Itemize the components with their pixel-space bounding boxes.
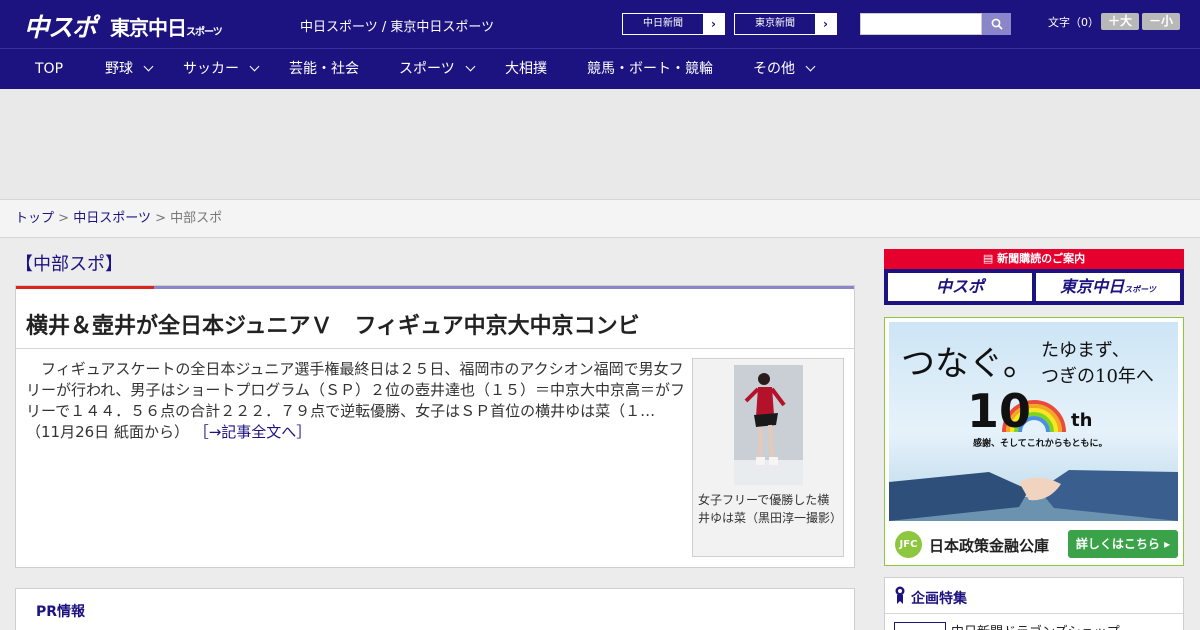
nav-item-sports[interactable]: スポーツ: [399, 49, 476, 90]
jfc-name: 日本政策金融公庫: [929, 537, 1050, 555]
subscription-heading: ▤ 新聞購読のご案内: [884, 249, 1184, 269]
nav-item-entertainment[interactable]: 芸能・社会: [289, 49, 359, 90]
article-title: 横井＆壺井が全日本ジュニアＶ フィギュア中京大中京コンビ: [26, 314, 640, 339]
breadcrumb-chuspo[interactable]: 中日スポーツ: [73, 211, 151, 226]
tokyo-shimbun-link[interactable]: 東京新聞 ›: [734, 13, 837, 35]
nav-item-label: スポーツ: [399, 61, 455, 77]
nav-item-label: TOP: [35, 61, 64, 77]
pr-title: PR情報: [36, 604, 86, 620]
text-size-label: 文字（0）: [1048, 16, 1099, 29]
skater-photo[interactable]: [734, 365, 803, 485]
subscribe-tokyo-button[interactable]: 東京中日スポーツ: [1036, 273, 1180, 301]
chevron-down-icon: [249, 61, 260, 72]
chuspo-logo[interactable]: 中スポ: [24, 8, 97, 44]
article-body: フィギュアスケートの全日本ジュニア選手権最終日は２５日、福岡市のアクシオン福岡で…: [26, 359, 686, 443]
tokyo-chunichi-logo-small: スポーツ: [186, 27, 223, 38]
chevron-down-icon: [465, 61, 476, 72]
divider: [16, 348, 854, 349]
tokyo-chunichi-logo[interactable]: 東京中日スポーツ: [110, 12, 223, 41]
site-title: 中日スポーツ / 東京中日スポーツ: [300, 20, 495, 35]
chunichi-shimbun-link-label: 中日新聞: [643, 18, 683, 29]
nav-item-label: 野球: [105, 61, 133, 77]
article-body-text: フィギュアスケートの全日本ジュニア選手権最終日は２５日、福岡市のアクシオン福岡で…: [26, 360, 685, 441]
nav-item-top[interactable]: TOP: [35, 49, 63, 90]
section-heading: 【中部スポ】: [15, 254, 123, 275]
tokyo-chunichi-logo-text: 東京中日: [110, 16, 187, 40]
banner-10th-number: 10: [967, 384, 1032, 438]
divider: [885, 613, 1183, 614]
nav-item-racing[interactable]: 競馬・ボート・競輪: [587, 49, 713, 90]
breadcrumb-current: 中部スポ: [170, 211, 223, 226]
feature-thumbnail[interactable]: [894, 622, 946, 630]
chevron-right-icon: ›: [703, 14, 724, 34]
subscription-heading-text: 新聞購読のご案内: [997, 252, 1086, 265]
chevron-right-icon: ›: [815, 14, 836, 34]
feature-item-link[interactable]: 中日新聞ドラゴンズショップ: [951, 621, 1120, 630]
newspaper-icon: ▤: [982, 252, 998, 265]
banner-image: つなぐ。 たゆまず、 つぎの10年へ 10 th 感謝、そしてこれからもともに。: [889, 322, 1178, 521]
nav-item-label: その他: [753, 61, 795, 77]
chevron-down-icon: [143, 61, 154, 72]
breadcrumb-separator: >: [155, 211, 166, 226]
nav-item-label: 芸能・社会: [289, 61, 359, 77]
nav-item-other[interactable]: その他: [753, 49, 816, 90]
rainbow-handshake-icon: [889, 400, 1178, 521]
subscription-box: ▤ 新聞購読のご案内 中スポ 東京中日スポーツ: [884, 249, 1184, 305]
jfc-logo-icon: JFC: [895, 531, 922, 558]
jfc-details-button[interactable]: 詳しくはこちら ▸: [1068, 530, 1178, 558]
nav-item-baseball[interactable]: 野球: [105, 49, 154, 90]
site-header: 中スポ 東京中日スポーツ 中日スポーツ / 東京中日スポーツ 中日新聞 › 東京…: [0, 0, 1200, 48]
article-photo-box: 女子フリーで優勝した横井ゆは菜（黒田淳一撮影）: [692, 358, 844, 557]
nav-item-label: 大相撲: [505, 61, 547, 77]
chunichi-shimbun-link[interactable]: 中日新聞 ›: [622, 13, 725, 35]
nav-item-soccer[interactable]: サッカー: [183, 49, 260, 90]
nav-item-label: サッカー: [183, 61, 239, 77]
breadcrumb-top[interactable]: トップ: [15, 211, 54, 226]
breadcrumb-separator: >: [58, 211, 70, 226]
banner-thanks-copy: 感謝、そしてこれからもともに。: [973, 439, 1108, 449]
subscribe-tokyo-small: スポーツ: [1124, 285, 1156, 294]
nav-item-sumo[interactable]: 大相撲: [505, 49, 547, 90]
subscribe-tokyo-label: 東京中日: [1060, 277, 1125, 296]
feature-box: 企画特集 中日新聞ドラゴンズショップ: [884, 577, 1184, 630]
pr-box: PR情報: [15, 588, 855, 630]
article-top-bar-accent: [16, 286, 154, 289]
main-nav: TOP 野球 サッカー 芸能・社会 スポーツ 大相撲 競馬・ボート・競輪 その他: [0, 48, 1200, 89]
jfc-banner[interactable]: つなぐ。 たゆまず、 つぎの10年へ 10 th 感謝、そしてこれからもともに。…: [884, 317, 1184, 566]
article-card: 横井＆壺井が全日本ジュニアＶ フィギュア中京大中京コンビ フィギュアスケートの全…: [15, 285, 855, 568]
text-size-up-button[interactable]: ＋大: [1101, 13, 1139, 30]
chevron-down-icon: [805, 61, 816, 72]
search-input[interactable]: [860, 13, 982, 35]
skater-figure-icon: [734, 365, 803, 485]
subscribe-chuspo-button[interactable]: 中スポ: [888, 273, 1032, 301]
read-more-link[interactable]: ［→記事全文へ］: [194, 423, 312, 441]
breadcrumb: トップ > 中日スポーツ > 中部スポ: [0, 200, 1200, 238]
ad-area: [0, 89, 1200, 200]
text-size-down-button[interactable]: －小: [1142, 13, 1180, 30]
feature-title: 企画特集: [911, 591, 967, 607]
photo-caption: 女子フリーで優勝した横井ゆは菜（黒田淳一撮影）: [698, 493, 843, 525]
search-button[interactable]: [982, 13, 1011, 35]
nav-item-label: 競馬・ボート・競輪: [587, 61, 713, 77]
ribbon-icon: [895, 586, 905, 604]
banner-10th-suffix: th: [1071, 410, 1093, 431]
search-icon: [991, 18, 1003, 30]
tokyo-shimbun-link-label: 東京新聞: [755, 18, 795, 29]
